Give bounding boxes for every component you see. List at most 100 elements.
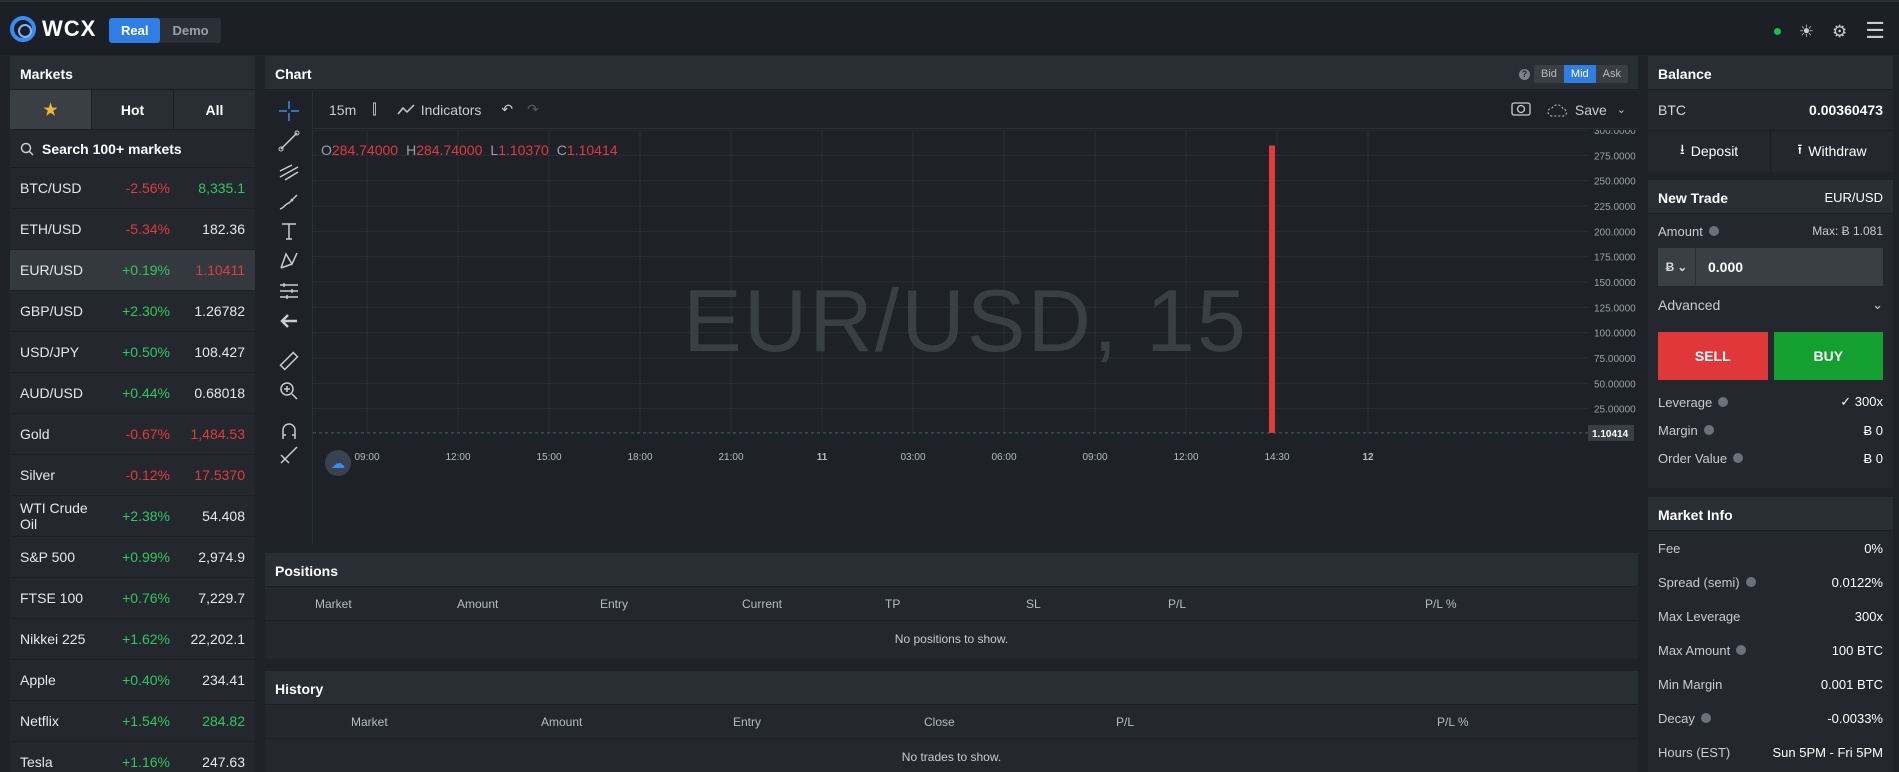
bid-button[interactable]: Bid — [1534, 65, 1564, 83]
help-icon[interactable] — [1703, 425, 1714, 435]
stay-drawing-icon[interactable] — [277, 443, 301, 467]
market-change: +0.99% — [122, 549, 170, 565]
currency-selector[interactable]: Ƀ ⌄ — [1658, 248, 1696, 286]
advanced-toggle[interactable]: Advanced — [1658, 297, 1720, 313]
market-row[interactable]: Tesla +1.16% 247.63 — [10, 742, 255, 772]
market-row[interactable]: BTC/USD -2.56% 8,335.1 — [10, 168, 255, 209]
help-icon[interactable] — [1700, 713, 1711, 723]
real-mode-button[interactable]: Real — [109, 18, 161, 43]
logo-icon — [10, 16, 36, 42]
market-row[interactable]: AUD/USD +0.44% 0.68018 — [10, 373, 255, 414]
wcx-logo[interactable]: WCX — [10, 16, 96, 42]
market-row[interactable]: EUR/USD +0.19% 1.10411 — [10, 250, 255, 291]
hamburger-menu-icon[interactable]: ☰ — [1865, 20, 1885, 42]
market-name: Tesla — [20, 754, 53, 770]
amount-label: Amount — [1658, 223, 1703, 239]
market-name: WTI Crude Oil — [20, 500, 88, 532]
symbol-watermark: EUR/USD, 15 — [683, 271, 1248, 370]
sell-button[interactable]: SELL — [1658, 332, 1768, 380]
indicators-button[interactable]: Indicators — [397, 102, 481, 118]
max-amount[interactable]: Max: Ƀ 1.081 — [1812, 224, 1883, 238]
ohlc-open: 284.74000 — [331, 142, 399, 158]
crosshair-icon[interactable] — [277, 99, 301, 123]
market-info-panel: Market Info Fee 0% Spread (semi) 0.0122% Max… — [1648, 497, 1893, 772]
theme-sun-icon[interactable]: ☀ — [1799, 23, 1814, 40]
leverage-label: Leverage — [1658, 394, 1713, 410]
col-sl: SL — [1026, 596, 1041, 611]
col-current: Current — [742, 596, 783, 611]
connection-status-icon — [1773, 27, 1781, 35]
ruler-icon[interactable] — [277, 349, 301, 373]
amount-field[interactable]: Ƀ ⌄ 0.000 — [1658, 248, 1883, 286]
tab-favorites[interactable]: ★ — [10, 90, 92, 129]
market-price: 1.26782 — [194, 303, 245, 319]
interval-selector[interactable]: 15m — [329, 102, 356, 118]
market-name: Nikkei 225 — [20, 631, 86, 647]
market-name: EUR/USD — [20, 262, 84, 278]
ohlc-high: 284.74000 — [416, 142, 483, 158]
fib-tool-icon[interactable] — [277, 159, 301, 183]
market-change: -0.12% — [125, 467, 170, 483]
chevron-down-icon[interactable]: ⌄ — [1872, 297, 1883, 313]
candle-type-icon[interactable]: ⫿ — [372, 101, 376, 118]
redo-icon[interactable]: ↷ — [527, 101, 539, 118]
pattern-tool-icon[interactable] — [277, 249, 301, 273]
balance-title: Balance — [1648, 56, 1893, 90]
markets-title: Markets — [10, 56, 255, 90]
history-panel: History Market Amount Entry Close P/L P/… — [265, 671, 1638, 772]
back-arrow-icon[interactable] — [277, 309, 301, 333]
camera-icon[interactable] — [1511, 100, 1531, 119]
market-info-row: Decay -0.0033% — [1648, 701, 1893, 735]
history-empty-message: No trades to show. — [901, 750, 1002, 764]
search-input[interactable]: Search 100+ markets — [10, 130, 255, 168]
market-row[interactable]: Gold -0.67% 1,484.53 — [10, 414, 255, 455]
new-trade-title: New Trade — [1658, 190, 1729, 206]
market-row[interactable]: Apple +0.40% 234.41 — [10, 660, 255, 701]
undo-icon[interactable]: ↶ — [501, 101, 513, 118]
col-market: Market — [351, 714, 388, 729]
help-icon[interactable] — [1708, 226, 1719, 236]
deposit-button[interactable]: ⭳ Deposit — [1648, 131, 1771, 171]
help-icon[interactable]: ? — [1519, 68, 1531, 80]
tab-hot[interactable]: Hot — [92, 90, 174, 129]
market-row[interactable]: Silver -0.12% 17.5370 — [10, 455, 255, 496]
text-tool-icon[interactable] — [277, 219, 301, 243]
balance-currency: BTC — [1658, 102, 1686, 118]
save-button[interactable]: Save ⌄ — [1547, 102, 1638, 118]
help-icon[interactable] — [1736, 645, 1747, 655]
market-price: 1,484.53 — [190, 426, 246, 442]
price-plot: 300.0000 275.0000 250.0000 225.0000 200.0000… — [313, 130, 1638, 544]
magnet-icon[interactable] — [277, 419, 301, 443]
tab-all[interactable]: All — [174, 90, 255, 129]
tradingview-logo-icon[interactable]: ☁ — [325, 450, 351, 476]
help-icon[interactable] — [1745, 577, 1756, 587]
brush-icon[interactable] — [277, 189, 301, 213]
market-name: USD/JPY — [20, 344, 80, 360]
market-row[interactable]: S&P 500 +0.99% 2,974.9 — [10, 537, 255, 578]
market-row[interactable]: WTI Crude Oil +2.38% 54.408 — [10, 496, 255, 537]
leverage-value[interactable]: ✓ 300x — [1840, 394, 1883, 410]
market-price: 2,974.9 — [198, 549, 245, 565]
zoom-in-icon[interactable] — [277, 379, 301, 403]
withdraw-button[interactable]: ⭱ Withdraw — [1771, 131, 1893, 171]
prediction-tool-icon[interactable] — [277, 279, 301, 303]
market-row[interactable]: Nikkei 225 +1.62% 22,202.1 — [10, 619, 255, 660]
help-icon[interactable] — [1718, 397, 1729, 407]
market-name: Netflix — [20, 713, 59, 729]
balance-panel: Balance BTC 0.00360473 ⭳ Deposit ⭱ Withdra… — [1648, 56, 1893, 172]
market-row[interactable]: FTSE 100 +0.76% 7,229.7 — [10, 578, 255, 619]
info-value: 0% — [1864, 540, 1883, 556]
mid-button[interactable]: Mid — [1563, 65, 1596, 83]
market-row[interactable]: Netflix +1.54% 284.82 — [10, 701, 255, 742]
col-tp: TP — [885, 596, 901, 611]
help-icon[interactable] — [1733, 453, 1744, 463]
demo-mode-button[interactable]: Demo — [160, 18, 220, 43]
trend-line-icon[interactable] — [277, 129, 301, 153]
gear-icon[interactable]: ⚙ — [1832, 23, 1847, 40]
market-row[interactable]: ETH/USD -5.34% 182.36 — [10, 209, 255, 250]
market-row[interactable]: USD/JPY +0.50% 108.427 — [10, 332, 255, 373]
col-amount: Amount — [457, 596, 499, 611]
ask-button[interactable]: Ask — [1596, 65, 1628, 83]
buy-button[interactable]: BUY — [1773, 332, 1883, 380]
market-row[interactable]: GBP/USD +2.30% 1.26782 — [10, 291, 255, 332]
